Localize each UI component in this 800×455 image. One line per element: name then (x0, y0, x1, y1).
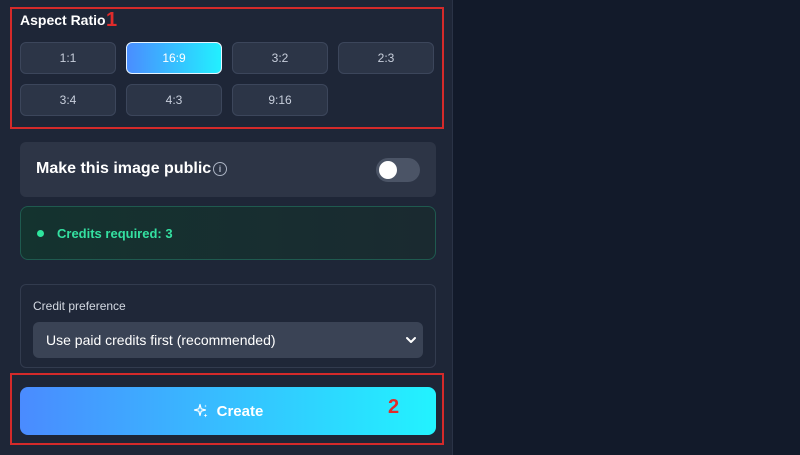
toggle-knob (379, 161, 397, 179)
credit-preference-card: Credit preference Use paid credits first… (20, 284, 436, 368)
ratio-option-2-3[interactable]: 2:3 (338, 42, 434, 74)
credit-preference-value: Use paid credits first (recommended) (46, 332, 276, 348)
create-button-label: Create (216, 402, 264, 420)
public-toggle[interactable] (376, 158, 420, 182)
ratio-option-16-9[interactable]: 16:9 (126, 42, 222, 74)
ratio-option-3-4[interactable]: 3:4 (20, 84, 116, 116)
preview-area (453, 0, 800, 455)
annotation-number-2: 2 (388, 396, 400, 418)
credits-required-text: Credits required: 3 (57, 226, 173, 241)
public-label: Make this image public (36, 160, 212, 177)
ratio-option-3-2[interactable]: 3:2 (232, 42, 328, 74)
settings-panel: Aspect Ratio 1:1 16:9 3:2 2:3 3:4 4:3 9:… (0, 0, 453, 455)
sparkle-icon (193, 403, 208, 418)
credit-preference-select[interactable]: Use paid credits first (recommended) (33, 322, 423, 358)
ratio-option-9-16[interactable]: 9:16 (232, 84, 328, 116)
aspect-ratio-title: Aspect Ratio (20, 12, 106, 28)
info-icon[interactable]: i (213, 162, 227, 176)
public-toggle-card: Make this image public i (20, 142, 436, 197)
annotation-number-1: 1 (106, 9, 118, 31)
ratio-option-1-1[interactable]: 1:1 (20, 42, 116, 74)
credit-preference-label: Credit preference (33, 299, 126, 313)
status-dot-icon (37, 230, 44, 237)
credits-required-card: Credits required: 3 (20, 206, 436, 260)
ratio-option-4-3[interactable]: 4:3 (126, 84, 222, 116)
chevron-down-icon (406, 337, 416, 343)
create-button[interactable]: Create (20, 387, 436, 435)
